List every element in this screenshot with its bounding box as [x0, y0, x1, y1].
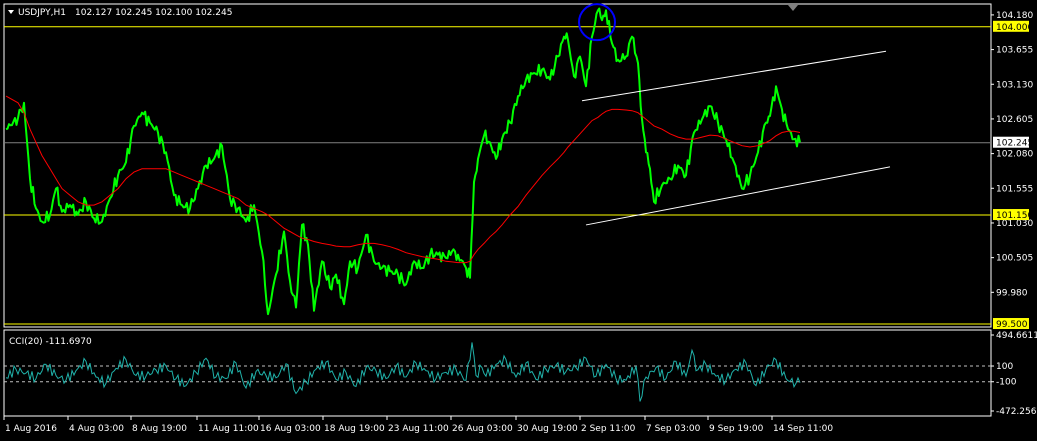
- level-label: 99.500: [996, 320, 1028, 330]
- time-tick-label: 4 Aug 03:00: [69, 424, 124, 434]
- cci-tick-label: 100: [996, 362, 1013, 372]
- time-tick-label: 26 Aug 03:00: [452, 424, 513, 434]
- time-tick-label: 7 Sep 03:00: [646, 424, 701, 434]
- chart-background: [0, 0, 1037, 441]
- level-label: 101.150: [996, 211, 1033, 221]
- price-tick-label: 99.980: [996, 288, 1028, 298]
- price-tick-label: 101.555: [996, 184, 1033, 194]
- time-tick-label: 14 Sep 11:00: [773, 424, 833, 434]
- time-tick-label: 11 Aug 11:00: [198, 424, 259, 434]
- cci-label: CCI(20) -111.6970: [9, 337, 92, 347]
- symbol-label: USDJPY,H1: [18, 8, 66, 18]
- time-tick-label: 18 Aug 19:00: [324, 424, 385, 434]
- cci-tick-label: -100: [996, 378, 1017, 388]
- price-tick-label: 103.655: [996, 46, 1033, 56]
- price-tick-label: 100.505: [996, 254, 1033, 264]
- time-tick-label: 16 Aug 03:00: [260, 424, 321, 434]
- price-tick-label: 102.605: [996, 115, 1033, 125]
- cci-tick-label: -472.2561: [996, 407, 1037, 417]
- time-tick-label: 9 Sep 19:00: [709, 424, 764, 434]
- time-tick-label: 23 Aug 11:00: [388, 424, 449, 434]
- price-tick-label: 103.130: [996, 80, 1033, 90]
- time-tick-label: 1 Aug 2016: [5, 424, 57, 434]
- price-tick-label: 104.180: [996, 11, 1033, 21]
- time-tick-label: 2 Sep 11:00: [581, 424, 636, 434]
- level-label: 104.000: [996, 23, 1033, 33]
- ohlc-label: 102.127 102.245 102.100 102.245: [75, 8, 232, 18]
- time-tick-label: 30 Aug 19:00: [517, 424, 578, 434]
- cci-tick-label: 494.6611: [996, 331, 1037, 341]
- current-price-label: 102.245: [996, 139, 1033, 149]
- price-tick-label: 102.080: [996, 150, 1033, 160]
- time-tick-label: 8 Aug 19:00: [132, 424, 187, 434]
- trading-chart[interactable]: 104.180 103.655 103.130 102.605 102.080 101.5…: [0, 0, 1037, 441]
